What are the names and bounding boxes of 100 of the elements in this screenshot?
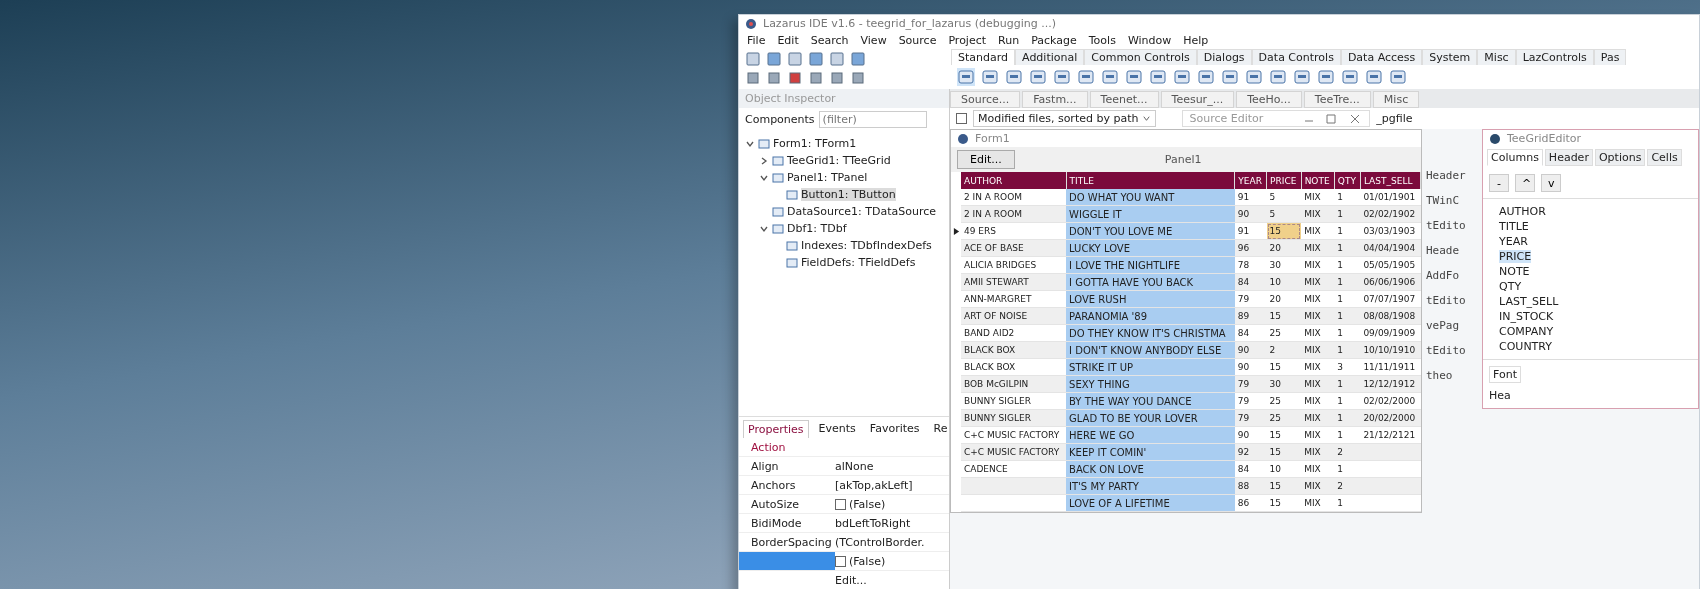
property-value[interactable]: (False) xyxy=(849,554,886,568)
edit-button[interactable]: Edit... xyxy=(957,150,1015,169)
property-value[interactable]: alNone xyxy=(835,459,874,473)
files-dropdown[interactable]: Modified files, sorted by path xyxy=(973,110,1157,127)
inspector-tab[interactable]: Events xyxy=(814,420,860,438)
menu-item[interactable]: Run xyxy=(998,34,1020,47)
column-list-item[interactable]: QTY xyxy=(1499,280,1522,293)
palette-tab[interactable]: Misc xyxy=(1477,49,1516,65)
palette-tab[interactable]: Additional xyxy=(1015,49,1085,65)
editor-tab[interactable]: Teenet... xyxy=(1089,91,1159,108)
column-list-item[interactable]: COUNTRY xyxy=(1499,340,1552,353)
editor-tab[interactable]: Teesur_... xyxy=(1160,91,1235,108)
column-list-item[interactable]: COMPANY xyxy=(1499,325,1554,338)
menu-item[interactable]: Search xyxy=(810,34,849,47)
property-name[interactable]: Action xyxy=(739,438,835,456)
tree-item[interactable]: Dbf1: TDbf xyxy=(787,222,847,235)
toolbar-button[interactable]: - xyxy=(1489,174,1509,192)
palette-tab[interactable]: Data Access xyxy=(1340,49,1423,65)
table-cell: 5 xyxy=(1266,189,1302,206)
property-value[interactable]: (TControlBorder. xyxy=(835,535,925,549)
tree-item[interactable]: DataSource1: TDataSource xyxy=(787,205,936,218)
menu-item[interactable]: Source xyxy=(898,34,937,47)
property-value[interactable]: (False) xyxy=(849,497,886,511)
property-name[interactable]: Anchors xyxy=(739,476,835,494)
column-header[interactable]: NOTE xyxy=(1301,172,1335,189)
editor-tab[interactable]: Font xyxy=(1489,366,1521,383)
column-header[interactable]: LAST_SELL xyxy=(1360,172,1421,189)
table-cell: 1 xyxy=(1334,460,1361,478)
column-list-item[interactable]: AUTHOR xyxy=(1499,205,1546,218)
column-list-item[interactable]: LAST_SELL xyxy=(1499,295,1559,308)
palette-tab[interactable]: Data Controls xyxy=(1251,49,1341,65)
tree-item[interactable]: Indexes: TDbfIndexDefs xyxy=(801,239,932,252)
code-line: Heade xyxy=(1426,244,1461,257)
editor-tab[interactable]: TeeTre... xyxy=(1303,91,1371,108)
column-header[interactable]: QTY xyxy=(1334,172,1361,189)
tree-item[interactable]: Form1: TForm1 xyxy=(773,137,857,150)
tree-item[interactable]: TeeGrid1: TTeeGrid xyxy=(787,154,891,167)
table-cell: 79 xyxy=(1234,290,1267,308)
property-value[interactable]: bdLeftToRight xyxy=(835,516,911,530)
table-cell: MIX xyxy=(1301,189,1335,206)
palette-tab[interactable]: Dialogs xyxy=(1196,49,1252,65)
column-list-item[interactable]: IN_STOCK xyxy=(1499,310,1554,323)
editor-tab[interactable]: Fastm... xyxy=(1022,91,1088,108)
menu-item[interactable]: View xyxy=(860,34,887,47)
palette-tab[interactable]: Standard xyxy=(951,49,1016,65)
property-value[interactable]: [akTop,akLeft] xyxy=(835,478,913,492)
menu-item[interactable]: Edit xyxy=(777,34,799,47)
inspector-tab[interactable]: Re xyxy=(929,420,952,438)
table-cell: 1 xyxy=(1334,222,1361,240)
table-cell: MIX xyxy=(1301,426,1335,444)
inspector-tab[interactable]: Favorites xyxy=(865,420,924,438)
palette-tab[interactable]: System xyxy=(1422,49,1478,65)
code-line: Header xyxy=(1426,169,1467,182)
editor-tab[interactable]: _pgfile xyxy=(1376,112,1413,125)
menu-item[interactable]: File xyxy=(747,34,766,47)
column-list-item[interactable]: PRICE xyxy=(1499,250,1532,263)
table-cell: MIX xyxy=(1301,460,1335,478)
menu-item[interactable]: Package xyxy=(1031,34,1077,47)
column-list-item[interactable]: NOTE xyxy=(1499,265,1530,278)
menu-item[interactable]: Project xyxy=(948,34,987,47)
table-cell: 25 xyxy=(1266,392,1302,410)
table-cell: 1 xyxy=(1334,324,1361,342)
property-name[interactable]: BidiMode xyxy=(739,514,835,532)
menu-item[interactable]: Tools xyxy=(1088,34,1116,47)
editor-tab[interactable]: TeeHo... xyxy=(1236,91,1302,108)
table-cell: MIX xyxy=(1301,290,1335,308)
palette-tab[interactable]: Pas xyxy=(1593,49,1627,65)
column-list-item[interactable]: TITLE xyxy=(1499,220,1529,233)
palette-tab[interactable]: LazControls xyxy=(1515,49,1594,65)
column-header[interactable]: YEAR xyxy=(1234,172,1267,189)
table-cell: 11/11/1911 xyxy=(1360,358,1421,376)
panel-caption: Panel1 xyxy=(1164,153,1202,166)
tree-item[interactable]: Button1: TButton xyxy=(801,188,896,201)
editor-tab[interactable]: Source... xyxy=(950,91,1021,108)
property-name[interactable]: Align xyxy=(739,457,835,475)
filter-field[interactable]: (filter) xyxy=(818,111,927,128)
table-cell: MIX xyxy=(1301,256,1335,274)
editor-tab[interactable]: Header xyxy=(1544,149,1593,166)
editor-tab[interactable]: Cells xyxy=(1647,149,1682,166)
column-header[interactable]: PRICE xyxy=(1266,172,1302,189)
inspector-tab[interactable]: Properties xyxy=(743,420,809,438)
editor-tab[interactable]: Columns xyxy=(1487,149,1543,166)
tree-item[interactable]: FieldDefs: TFieldDefs xyxy=(801,256,916,269)
table-cell: 07/07/1907 xyxy=(1360,290,1421,308)
toolbar-button[interactable]: v xyxy=(1541,174,1561,192)
property-name[interactable]: AutoSize xyxy=(739,495,835,513)
editor-tab[interactable]: Misc xyxy=(1372,91,1420,108)
column-list-item[interactable]: YEAR xyxy=(1499,235,1528,248)
property-name[interactable]: BorderSpacing xyxy=(739,533,835,551)
window-title: TeeGridEditor xyxy=(1507,132,1582,145)
menu-item[interactable]: Window xyxy=(1127,34,1172,47)
property-value[interactable]: Edit... xyxy=(835,573,867,587)
column-header[interactable]: AUTHOR xyxy=(961,172,1067,189)
column-header[interactable]: TITLE xyxy=(1066,172,1235,189)
table-cell: 90 xyxy=(1234,358,1267,376)
menu-item[interactable]: Help xyxy=(1183,34,1209,47)
tree-item[interactable]: Panel1: TPanel xyxy=(787,171,868,184)
toolbar-button[interactable]: ^ xyxy=(1515,174,1535,192)
palette-tab[interactable]: Common Controls xyxy=(1084,49,1197,65)
editor-tab[interactable]: Options xyxy=(1594,149,1646,166)
